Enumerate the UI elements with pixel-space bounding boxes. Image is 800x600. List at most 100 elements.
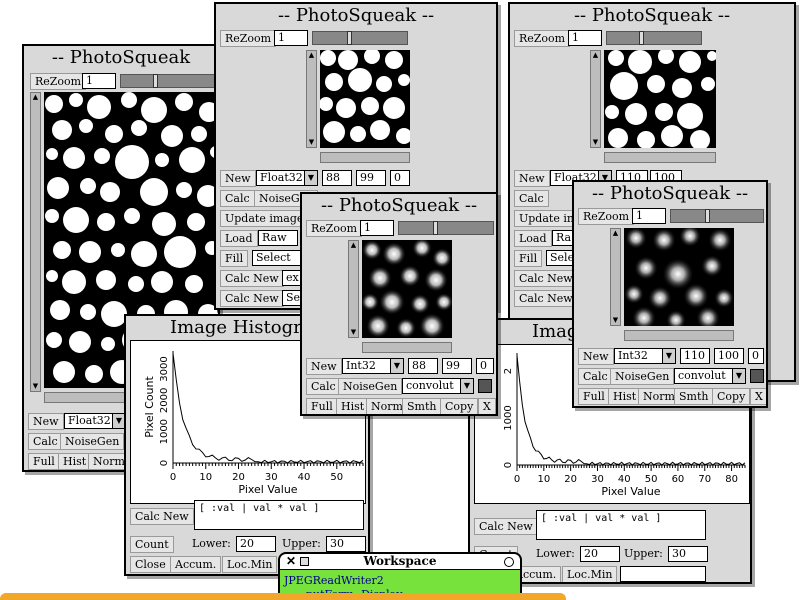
zoom-field[interactable]: 1 [632, 208, 666, 224]
copy-button[interactable]: Copy [712, 388, 751, 405]
rezoom-button[interactable]: ReZoom [220, 30, 277, 47]
zoom-slider[interactable] [398, 221, 494, 235]
lower-field[interactable]: 20 [236, 536, 276, 552]
new-button[interactable]: New [578, 348, 614, 365]
noisegen-button[interactable]: NoiseGen [338, 378, 403, 395]
scroll-down-icon[interactable]: ▼ [591, 138, 600, 147]
upper-field[interactable]: 30 [326, 536, 366, 552]
vertical-scrollbar[interactable]: ▲ ▼ [306, 50, 317, 148]
calc-button[interactable]: Calc [220, 190, 255, 207]
slider-knob[interactable] [153, 74, 158, 88]
zoom-slider[interactable] [670, 209, 764, 223]
calc-button[interactable]: Calc [514, 190, 549, 207]
horizontal-scrollbar[interactable] [624, 330, 734, 341]
slider-knob[interactable] [347, 31, 352, 45]
full-button[interactable]: Full [28, 453, 60, 470]
smth-button[interactable]: Smth [674, 388, 714, 405]
scroll-up-icon[interactable]: ▲ [349, 241, 358, 250]
full-button[interactable]: Full [306, 398, 338, 414]
slider-knob[interactable] [433, 221, 438, 235]
fill-button[interactable]: Fill [514, 250, 543, 267]
calc-button[interactable]: Calc [306, 378, 341, 395]
zoom-field[interactable]: 1 [274, 30, 308, 46]
expression-field[interactable]: [ :val | val * val ] [536, 510, 706, 540]
smth-button[interactable]: Smth [402, 398, 442, 414]
type-dropdown[interactable]: Int32 ▼ [614, 348, 676, 364]
slider-knob[interactable] [705, 209, 710, 223]
workspace-titlebar[interactable]: ✕ Workspace [280, 554, 520, 570]
calc-new-button[interactable]: Calc New [474, 518, 538, 535]
scroll-down-icon[interactable]: ▼ [31, 382, 40, 391]
vertical-scrollbar[interactable]: ▲ ▼ [590, 50, 601, 148]
depth-field[interactable]: 0 [390, 170, 410, 186]
rezoom-button[interactable]: ReZoom [578, 208, 635, 225]
count-button[interactable]: Count [130, 536, 174, 553]
vertical-scrollbar[interactable]: ▲ ▼ [348, 240, 359, 338]
calc-button[interactable]: Calc [28, 433, 63, 450]
vertical-scrollbar[interactable]: ▲ ▼ [610, 228, 621, 326]
scroll-up-icon[interactable]: ▲ [591, 51, 600, 60]
photosqueak-window-5[interactable]: -- PhotoSqueak -- ReZoom 1 ▲ ▼ New Int32… [572, 180, 768, 408]
bottom-flap[interactable] [0, 593, 566, 600]
copy-button[interactable]: Copy [440, 398, 479, 414]
update-image-button[interactable]: Update in [514, 210, 579, 227]
rezoom-button[interactable]: ReZoom [30, 73, 87, 90]
locmin-button[interactable]: Loc.Min [222, 556, 278, 573]
close-button[interactable]: Close [130, 556, 171, 573]
height-field[interactable]: 100 [714, 348, 744, 364]
height-field[interactable]: 99 [442, 358, 472, 374]
chevron-down-icon[interactable]: ▼ [732, 369, 745, 383]
chevron-down-icon[interactable]: ▼ [304, 171, 317, 185]
fill-button[interactable]: Fill [220, 250, 249, 267]
slider-knob[interactable] [639, 31, 644, 45]
expression-field[interactable]: [ :val | val * val ] [194, 500, 364, 530]
calc-new-button-2[interactable]: Calc New [514, 290, 578, 307]
height-field[interactable]: 99 [356, 170, 386, 186]
chevron-down-icon[interactable]: ▼ [460, 379, 473, 393]
full-button[interactable]: Full [578, 388, 610, 405]
load-format-dropdown[interactable]: Raw [258, 230, 298, 246]
new-button[interactable]: New [28, 413, 64, 430]
calc-new-button-1[interactable]: Calc New [514, 270, 578, 287]
operation-dropdown[interactable]: convolut ▼ [402, 378, 474, 394]
operation-dropdown[interactable]: convolut ▼ [674, 368, 746, 384]
zoom-slider[interactable] [312, 31, 408, 45]
workspace-line-1[interactable]: JPEGReadWriter2 [284, 574, 384, 587]
calc-new-button-2[interactable]: Calc New [220, 290, 284, 307]
width-field[interactable]: 88 [408, 358, 438, 374]
scroll-up-icon[interactable]: ▲ [31, 93, 40, 102]
accum-button[interactable]: Accum. [170, 556, 222, 573]
rezoom-button[interactable]: ReZoom [306, 220, 363, 237]
width-field[interactable]: 88 [322, 170, 352, 186]
chevron-down-icon[interactable]: ▼ [390, 359, 403, 373]
color-swatch[interactable] [478, 379, 492, 393]
calc-new-button[interactable]: Calc New [130, 508, 194, 525]
zoom-field[interactable]: 1 [82, 73, 116, 89]
scroll-down-icon[interactable]: ▼ [349, 328, 358, 337]
new-button[interactable]: New [220, 170, 256, 187]
update-image-button[interactable]: Update image [220, 210, 309, 227]
scroll-down-icon[interactable]: ▼ [611, 316, 620, 325]
scroll-up-icon[interactable]: ▲ [307, 51, 316, 60]
chevron-down-icon[interactable]: ▼ [662, 349, 675, 363]
locmin-field[interactable] [620, 566, 706, 582]
scroll-down-icon[interactable]: ▼ [307, 138, 316, 147]
type-dropdown[interactable]: Float32 ▼ [256, 170, 318, 186]
zoom-field[interactable]: 1 [568, 30, 602, 46]
depth-field[interactable]: 0 [476, 358, 494, 374]
zoom-slider[interactable] [120, 74, 218, 88]
load-button[interactable]: Load [220, 230, 258, 247]
vertical-scrollbar[interactable]: ▲ ▼ [30, 92, 41, 392]
type-dropdown[interactable]: Float32 ▼ [64, 413, 126, 429]
hist-button[interactable]: Hist [336, 398, 370, 414]
calc-new-button-1[interactable]: Calc New [220, 270, 284, 287]
upper-field[interactable]: 30 [668, 546, 708, 562]
hist-button[interactable]: Hist [608, 388, 642, 405]
photosqueak-window-4[interactable]: -- PhotoSqueak -- ReZoom 1 ▲ ▼ New Int32… [300, 192, 498, 416]
close-x-button[interactable]: X [750, 388, 766, 405]
horizontal-scrollbar[interactable] [362, 342, 452, 353]
scroll-up-icon[interactable]: ▲ [611, 229, 620, 238]
type-dropdown[interactable]: Int32 ▼ [342, 358, 404, 374]
zoom-field[interactable]: 1 [360, 220, 394, 236]
load-button[interactable]: Load [514, 230, 552, 247]
